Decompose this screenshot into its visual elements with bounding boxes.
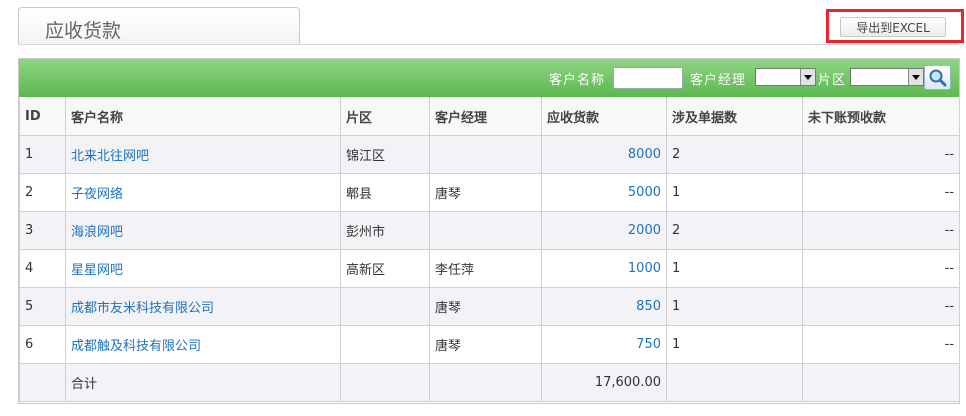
cell-doc-count: 2	[666, 135, 803, 174]
cell-manager: 唐琴	[429, 325, 542, 364]
chevron-down-icon	[908, 69, 923, 85]
customer-name-link[interactable]: 海浪网吧	[65, 211, 341, 250]
amount-link[interactable]: 850	[541, 287, 667, 326]
table-row: 5 成都市友米科技有限公司 唐琴 850 1 --	[19, 287, 960, 326]
manager-select[interactable]	[755, 68, 816, 86]
customer-name-link[interactable]: 北来北往网吧	[65, 135, 341, 174]
cell-doc-count: 1	[666, 325, 803, 364]
total-label: 合计	[65, 363, 341, 402]
cell-empty	[340, 363, 430, 402]
tab-divider	[18, 44, 958, 45]
customer-name-link[interactable]: 成都市友米科技有限公司	[65, 287, 341, 326]
cell-prepaid: --	[802, 249, 960, 288]
cell-empty	[19, 363, 66, 402]
cell-manager: 李任萍	[429, 249, 542, 288]
chevron-down-icon	[800, 69, 815, 85]
cell-doc-count: 2	[666, 211, 803, 250]
filter-bar: 客户名称 客户经理 片区	[19, 59, 959, 97]
col-header-id[interactable]: ID	[19, 97, 66, 136]
cell-doc-count: 1	[666, 173, 803, 212]
receivables-panel: 客户名称 客户经理 片区 ID 客户名称 片区 客户经理 应收货款 涉及单据数 …	[18, 58, 960, 404]
cell-id: 1	[19, 135, 66, 174]
area-select[interactable]	[850, 68, 924, 86]
customer-name-link[interactable]: 成都触及科技有限公司	[65, 325, 341, 364]
cell-area: 锦江区	[340, 135, 430, 174]
cell-manager	[429, 135, 542, 174]
amount-link[interactable]: 8000	[541, 135, 667, 174]
table-row: 4 星星网吧 高新区 李任萍 1000 1 --	[19, 249, 960, 288]
cell-manager: 唐琴	[429, 173, 542, 212]
cell-id: 2	[19, 173, 66, 212]
customer-name-input[interactable]	[613, 67, 683, 89]
cell-id: 6	[19, 325, 66, 364]
col-header-customer-name[interactable]: 客户名称	[65, 97, 341, 136]
area-label: 片区	[818, 73, 847, 88]
search-icon	[929, 69, 947, 87]
receivables-table: ID 客户名称 片区 客户经理 应收货款 涉及单据数 未下账预收款 1 北来北往…	[19, 97, 960, 402]
table-row: 3 海浪网吧 彭州市 2000 2 --	[19, 211, 960, 250]
customer-name-label: 客户名称	[549, 73, 606, 88]
cell-prepaid: --	[802, 173, 960, 212]
manager-label: 客户经理	[690, 73, 747, 88]
cell-prepaid: --	[802, 325, 960, 364]
cell-prepaid: --	[802, 211, 960, 250]
total-amount: 17,600.00	[541, 363, 667, 402]
cell-area: 郫县	[340, 173, 430, 212]
customer-name-link[interactable]: 子夜网络	[65, 173, 341, 212]
col-header-area[interactable]: 片区	[340, 97, 430, 136]
amount-link[interactable]: 750	[541, 325, 667, 364]
tab-receivables[interactable]: 应收货款	[18, 7, 300, 45]
cell-prepaid: --	[802, 287, 960, 326]
cell-empty	[666, 363, 803, 402]
cell-area	[340, 287, 430, 326]
col-header-doc-count[interactable]: 涉及单据数	[666, 97, 803, 136]
cell-id: 5	[19, 287, 66, 326]
search-button[interactable]	[924, 65, 951, 90]
cell-doc-count: 1	[666, 249, 803, 288]
table-row: 2 子夜网络 郫县 唐琴 5000 1 --	[19, 173, 960, 212]
customer-name-link[interactable]: 星星网吧	[65, 249, 341, 288]
cell-empty	[429, 363, 542, 402]
cell-id: 4	[19, 249, 66, 288]
cell-empty	[802, 363, 960, 402]
col-header-manager[interactable]: 客户经理	[429, 97, 542, 136]
cell-area: 高新区	[340, 249, 430, 288]
col-header-prepaid[interactable]: 未下账预收款	[802, 97, 960, 136]
cell-prepaid: --	[802, 135, 960, 174]
cell-manager: 唐琴	[429, 287, 542, 326]
cell-area	[340, 325, 430, 364]
cell-doc-count: 1	[666, 287, 803, 326]
table-row: 6 成都触及科技有限公司 唐琴 750 1 --	[19, 325, 960, 364]
amount-link[interactable]: 5000	[541, 173, 667, 212]
cell-id: 3	[19, 211, 66, 250]
export-highlight: 导出到EXCEL	[826, 9, 964, 43]
total-row: 合计 17,600.00	[19, 363, 960, 402]
amount-link[interactable]: 1000	[541, 249, 667, 288]
tab-label: 应收货款	[45, 20, 122, 42]
table-header-row: ID 客户名称 片区 客户经理 应收货款 涉及单据数 未下账预收款	[19, 97, 960, 136]
cell-manager	[429, 211, 542, 250]
amount-link[interactable]: 2000	[541, 211, 667, 250]
table-row: 1 北来北往网吧 锦江区 8000 2 --	[19, 135, 960, 174]
col-header-amount[interactable]: 应收货款	[541, 97, 667, 136]
export-excel-button[interactable]: 导出到EXCEL	[840, 17, 946, 37]
cell-area: 彭州市	[340, 211, 430, 250]
